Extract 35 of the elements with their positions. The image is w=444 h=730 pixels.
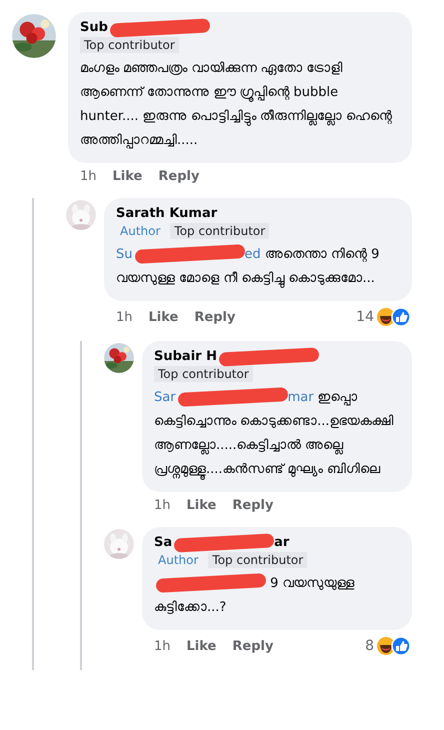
reaction-icons[interactable] <box>376 636 412 656</box>
reply-link[interactable]: Reply <box>232 638 274 654</box>
like-link[interactable]: Like <box>112 169 142 184</box>
reaction-count: 14 <box>356 309 374 325</box>
comment-text: Sar mar ഇപ്പൊ കെട്ടിച്ചൊന്നും കൊടുക്കണ്ടാ...ഉഭയകക്ഷി ആണല്ലോ.....കെട്ടിച്ചാൽ അല്ലെ പ്രശ്നമുള്ളൂ....കൻസണ്ട് മുഘ്യം ബിഗിലെ <box>154 386 400 482</box>
top-contributor-badge: Top contributor <box>80 37 179 53</box>
timestamp: 1h <box>80 169 97 184</box>
like-link[interactable]: Like <box>148 310 178 324</box>
mention-link[interactable]: Su <box>116 247 132 262</box>
mention-link[interactable]: ed <box>244 247 261 262</box>
top-contributor-badge: Top contributor <box>154 366 253 382</box>
reply-link[interactable]: Reply <box>158 169 200 184</box>
top-contributor-badge: Top contributor <box>208 552 308 568</box>
author-label: Author <box>119 223 162 239</box>
reaction-count: 8 <box>365 638 374 654</box>
timestamp: 1h <box>116 310 133 324</box>
commenter-name[interactable]: Subair H <box>154 349 217 364</box>
commenter-name[interactable]: Sub <box>80 20 108 35</box>
commenter-name[interactable]: Sa <box>154 535 172 550</box>
author-label: Author <box>157 552 200 568</box>
mention-link[interactable]: mar <box>288 390 314 405</box>
reaction-icons[interactable] <box>376 307 412 327</box>
top-contributor-badge: Top contributor <box>170 223 270 239</box>
timestamp: 1h <box>154 638 171 654</box>
mention-link[interactable]: Sar <box>154 390 176 405</box>
commenter-name[interactable]: ar <box>274 535 290 550</box>
reply-link[interactable]: Reply <box>194 310 236 324</box>
comment-text: മംഗളം മഞ്ഞപത്രം വായിക്കുന്ന ഏതോ ട്രോളി ആണെന്ന് തോന്നുന്നു ഈ ഗ്രൂപ്പിന്റെ bubble hunter.... ഇരുന്നു പൊട്ടിച്ചിട്ടും തീരുന്നില്ലല്ലോ ഹെന്റെ അത്തിപ്പാറമ്മച്ചി..... <box>80 60 394 150</box>
timestamp: 1h <box>154 498 171 513</box>
reply-link[interactable]: Reply <box>232 498 274 513</box>
comment-text: 9 വയസുയുള്ള കുട്ടിക്കോ...? <box>154 572 400 620</box>
like-link[interactable]: Like <box>186 638 216 654</box>
like-link[interactable]: Like <box>186 498 216 513</box>
comment-text: Su ed അതെന്താ നിന്റെ 9 വയസുള്ള മോളെ നീ കെട്ടിച്ചു കൊടുക്കുമോ... <box>116 243 400 291</box>
commenter-name[interactable]: Sarath Kumar <box>116 206 218 221</box>
